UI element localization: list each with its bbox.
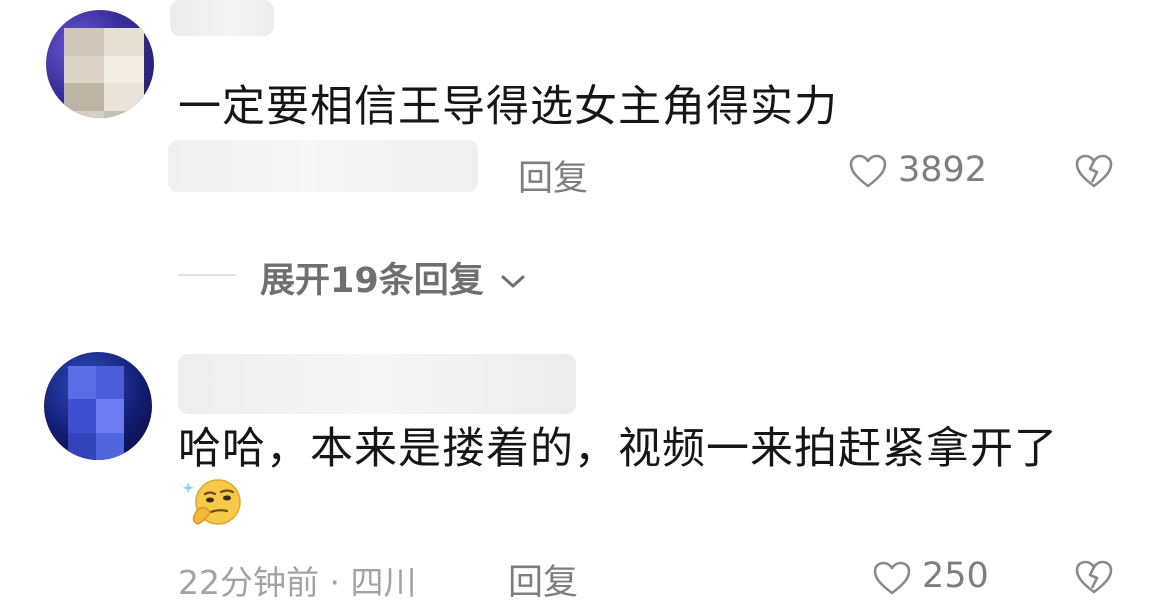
divider <box>178 274 236 276</box>
comment-meta-redacted <box>168 140 478 192</box>
comment-text: 哈哈，本来是搂着的，视频一来拍赶紧拿开了 <box>178 424 1058 474</box>
thinking-face-emoji <box>182 479 241 525</box>
avatar[interactable] <box>46 10 154 118</box>
heart-outline-icon[interactable] <box>872 560 912 596</box>
chevron-down-icon <box>501 275 525 288</box>
like-count: 3892 <box>898 150 988 190</box>
username-redacted[interactable] <box>178 354 576 414</box>
like-count: 250 <box>922 556 989 596</box>
broken-heart-icon[interactable] <box>1074 152 1114 190</box>
comment-text: 一定要相信王导得选女主角得实力 <box>178 82 838 132</box>
expand-replies-button[interactable]: 展开19条回复 <box>260 252 526 303</box>
reply-button[interactable]: 回复 <box>508 554 578 605</box>
broken-heart-icon[interactable] <box>1074 558 1114 596</box>
heart-outline-icon[interactable] <box>848 153 888 189</box>
expand-replies-label: 展开19条回复 <box>260 261 484 301</box>
reply-button[interactable]: 回复 <box>518 150 588 201</box>
comment-meta: 22分钟前 · 四川 <box>178 563 417 602</box>
avatar[interactable] <box>44 352 152 460</box>
username-redacted[interactable] <box>170 0 274 36</box>
